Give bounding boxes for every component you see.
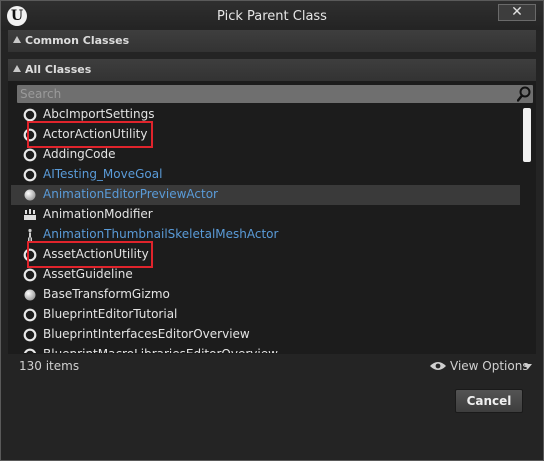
all-classes-header[interactable]: All Classes xyxy=(8,59,536,81)
class-name: AnimationModifier xyxy=(43,207,153,221)
cancel-button[interactable]: Cancel xyxy=(455,389,523,413)
view-options-label: View Options xyxy=(450,359,529,373)
sphere-icon xyxy=(24,189,36,201)
search-icon[interactable] xyxy=(517,86,531,102)
class-icon xyxy=(23,328,37,342)
close-button[interactable]: ✕ xyxy=(498,4,536,21)
class-icon xyxy=(23,308,37,322)
class-list-item[interactable]: AITesting_MoveGoal xyxy=(11,165,520,185)
class-name: BaseTransformGizmo xyxy=(43,287,170,301)
search-box[interactable] xyxy=(17,85,533,103)
item-count: 130 items xyxy=(19,359,80,373)
class-name: BlueprintEditorTutorial xyxy=(43,307,178,321)
class-name: AITesting_MoveGoal xyxy=(43,167,163,181)
common-classes-header[interactable]: Common Classes xyxy=(8,30,536,52)
collapse-arrow-icon xyxy=(13,65,21,72)
title-bar[interactable]: U Pick Parent Class ✕ xyxy=(1,1,543,31)
class-name: BlueprintMacroLibrariesEditorOverview xyxy=(43,347,278,353)
class-list-item[interactable]: BlueprintEditorTutorial xyxy=(11,305,520,325)
class-list-item[interactable]: AddingCode xyxy=(11,145,520,165)
class-list-item[interactable]: BaseTransformGizmo xyxy=(11,285,520,305)
highlight-box xyxy=(27,241,153,268)
eye-icon xyxy=(430,362,446,370)
pick-parent-class-dialog: U Pick Parent Class ✕ Common Classes All… xyxy=(0,0,544,461)
class-icon xyxy=(23,268,37,282)
common-classes-label: Common Classes xyxy=(25,34,130,47)
modifier-icon xyxy=(24,209,36,220)
class-name: AssetGuideline xyxy=(43,267,133,281)
collapse-arrow-icon xyxy=(13,36,21,43)
dropdown-caret-icon xyxy=(524,364,532,369)
class-list-item[interactable]: AssetGuideline xyxy=(11,265,520,285)
class-name: BlueprintInterfacesEditorOverview xyxy=(43,327,250,341)
highlight-box xyxy=(27,121,153,148)
dialog-title: Pick Parent Class xyxy=(217,9,327,24)
sphere-icon xyxy=(24,289,36,301)
list-scrollbar[interactable] xyxy=(521,105,533,353)
class-icon xyxy=(23,108,37,122)
class-name: AnimationEditorPreviewActor xyxy=(43,187,218,201)
class-list-item[interactable]: BlueprintInterfacesEditorOverview xyxy=(11,325,520,345)
class-list-item[interactable]: BlueprintMacroLibrariesEditorOverview xyxy=(11,345,520,353)
class-name: AbcImportSettings xyxy=(43,107,155,121)
class-list-item[interactable]: AnimationModifier xyxy=(11,205,520,225)
class-name: AddingCode xyxy=(43,147,116,161)
scrollbar-thumb[interactable] xyxy=(523,108,531,162)
class-list-item[interactable]: AnimationEditorPreviewActor xyxy=(11,185,520,205)
search-input[interactable] xyxy=(20,85,510,103)
class-icon xyxy=(23,168,37,182)
skeletal-mesh-icon xyxy=(28,228,32,242)
class-icon xyxy=(23,148,37,162)
class-name: AnimationThumbnailSkeletalMeshActor xyxy=(43,227,279,241)
all-classes-label: All Classes xyxy=(25,63,92,76)
class-icon xyxy=(23,348,37,353)
list-footer: 130 items View Options xyxy=(8,354,536,380)
